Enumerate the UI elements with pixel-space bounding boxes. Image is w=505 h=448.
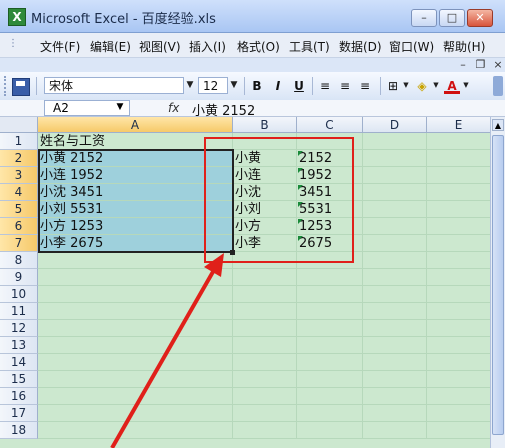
underline-button[interactable]: U (291, 78, 307, 94)
toolbar-separator (244, 77, 245, 95)
window-title: Microsoft Excel - 百度经验.xls (31, 12, 216, 27)
scroll-up-icon[interactable]: ▲ (492, 119, 504, 131)
menu-insert[interactable]: 插入(I) (189, 38, 226, 55)
toolbar-separator (36, 77, 37, 95)
menu-format[interactable]: 格式(O) (237, 38, 280, 55)
menu-view[interactable]: 视图(V) (139, 38, 181, 55)
menu-grip-icon: ⋮ (8, 38, 18, 49)
menu-file[interactable]: 文件(F) (40, 38, 80, 55)
save-icon[interactable] (12, 78, 30, 96)
name-box-dropdown-icon[interactable]: ▼ (113, 100, 127, 114)
borders-icon[interactable]: ⊞ (385, 78, 401, 94)
italic-button[interactable]: I (270, 78, 286, 94)
font-name-select[interactable]: 宋体 (44, 77, 184, 94)
menu-data[interactable]: 数据(D) (339, 38, 382, 55)
toolbar-separator (312, 77, 313, 95)
align-left-icon[interactable]: ≡ (317, 78, 333, 94)
doc-close-button[interactable]: × (491, 58, 505, 71)
font-size-select[interactable]: 12 (198, 77, 228, 94)
font-name-dropdown-icon[interactable]: ▼ (184, 77, 196, 94)
toolbar-grip-icon[interactable] (4, 76, 9, 96)
toolbar-options-icon[interactable] (493, 76, 503, 96)
menu-window[interactable]: 窗口(W) (389, 38, 434, 55)
bold-button[interactable]: B (249, 78, 265, 94)
formatting-toolbar: 宋体 ▼ 12 ▼ B I U ≡ ≡ ≡ ⊞ ▼ ◈ ▼ A ▼ (0, 72, 505, 101)
doc-minimize-button[interactable]: – (456, 58, 470, 71)
excel-window: X Microsoft Excel - 百度经验.xls – □ ✕ ⋮ 文件(… (0, 0, 505, 448)
fill-color-dropdown-icon[interactable]: ▼ (430, 77, 442, 94)
doc-restore-button[interactable]: ❐ (474, 58, 488, 71)
worksheet-grid[interactable]: A B C D E 1 2 3 4 5 6 7 8 9 10 11 12 13 14 15 16 17 18 姓名… (0, 117, 505, 448)
menu-help[interactable]: 帮助(H) (443, 38, 485, 55)
excel-app-icon[interactable]: X (8, 8, 26, 26)
menu-tools[interactable]: 工具(T) (289, 38, 330, 55)
align-center-icon[interactable]: ≡ (337, 78, 353, 94)
fx-icon[interactable]: fx (168, 101, 179, 115)
toolbar-separator (380, 77, 381, 95)
formula-bar: A2 ▼ fx 小黄 2152 (0, 100, 505, 119)
align-right-icon[interactable]: ≡ (357, 78, 373, 94)
font-size-dropdown-icon[interactable]: ▼ (228, 77, 240, 94)
annotation-arrow (110, 253, 224, 448)
font-color-dropdown-icon[interactable]: ▼ (460, 77, 472, 94)
maximize-button[interactable]: □ (439, 9, 465, 27)
minimize-button[interactable]: – (411, 9, 437, 27)
menu-edit[interactable]: 编辑(E) (90, 38, 131, 55)
menu-bar: ⋮ 文件(F) 编辑(E) 视图(V) 插入(I) 格式(O) 工具(T) 数据… (0, 33, 505, 58)
scroll-thumb[interactable] (492, 135, 504, 435)
title-bar: X Microsoft Excel - 百度经验.xls – □ ✕ (0, 0, 505, 33)
fill-color-icon[interactable]: ◈ (414, 78, 430, 94)
close-button[interactable]: ✕ (467, 9, 493, 27)
borders-dropdown-icon[interactable]: ▼ (400, 77, 412, 94)
vertical-scrollbar[interactable]: ▲ (490, 117, 505, 448)
font-color-icon[interactable]: A (444, 78, 460, 94)
document-controls: – ❐ × (456, 58, 505, 72)
